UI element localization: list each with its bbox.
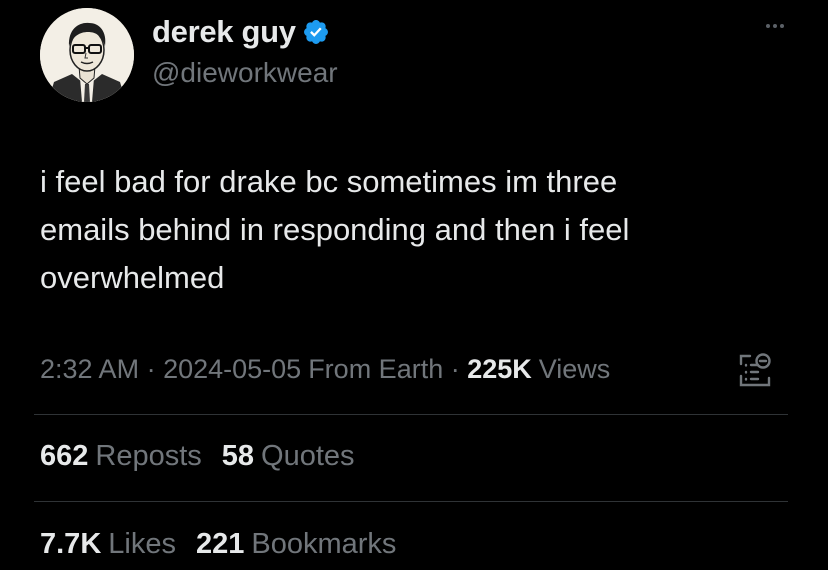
meta-separator: ·: [139, 354, 164, 384]
quotes-count: 58: [221, 440, 255, 472]
tweet-date[interactable]: 2024-05-05: [163, 354, 301, 385]
bookmarks-stat[interactable]: 221 Bookmarks: [196, 528, 396, 561]
stats-row-engagement: 662 Reposts 58 Quotes: [40, 440, 355, 473]
likes-stat[interactable]: 7.7K Likes: [40, 528, 176, 561]
avatar-illustration: [40, 8, 134, 102]
reposts-label: Reposts: [95, 440, 202, 472]
tweet-meta: 2:32 AM · 2024-05-05 From Earth · 225K V…: [40, 354, 610, 385]
quotes-label: Quotes: [261, 440, 355, 472]
more-dot: [773, 24, 777, 28]
likes-count: 7.7K: [40, 528, 102, 560]
more-dot: [766, 24, 770, 28]
author-name-row: derek guy: [152, 14, 330, 50]
likes-label: Likes: [108, 528, 176, 560]
divider: [34, 414, 788, 415]
bookmarks-label: Bookmarks: [251, 528, 397, 560]
more-options-icon[interactable]: [766, 24, 784, 28]
verified-badge-icon[interactable]: [302, 18, 330, 46]
bookmarks-count: 221: [195, 528, 245, 560]
tweet-location: From Earth: [308, 354, 444, 384]
more-dot: [780, 24, 784, 28]
avatar[interactable]: [40, 8, 134, 102]
quotes-stat[interactable]: 58 Quotes: [222, 440, 355, 473]
reposts-count: 662: [40, 440, 89, 472]
reposts-stat[interactable]: 662 Reposts: [40, 440, 202, 473]
author-display-name[interactable]: derek guy: [152, 14, 296, 50]
meta-separator: ·: [443, 354, 468, 384]
stats-row-likes: 7.7K Likes 221 Bookmarks: [40, 528, 396, 561]
analytics-icon[interactable]: [738, 352, 772, 388]
divider: [34, 501, 788, 502]
views-count: 225K: [467, 354, 532, 384]
author-handle[interactable]: @dieworkwear: [152, 57, 338, 89]
tweet-text: i feel bad for drake bc sometimes im thr…: [40, 164, 630, 295]
tweet-time[interactable]: 2:32 AM: [40, 354, 139, 385]
views-label: Views: [538, 354, 611, 384]
